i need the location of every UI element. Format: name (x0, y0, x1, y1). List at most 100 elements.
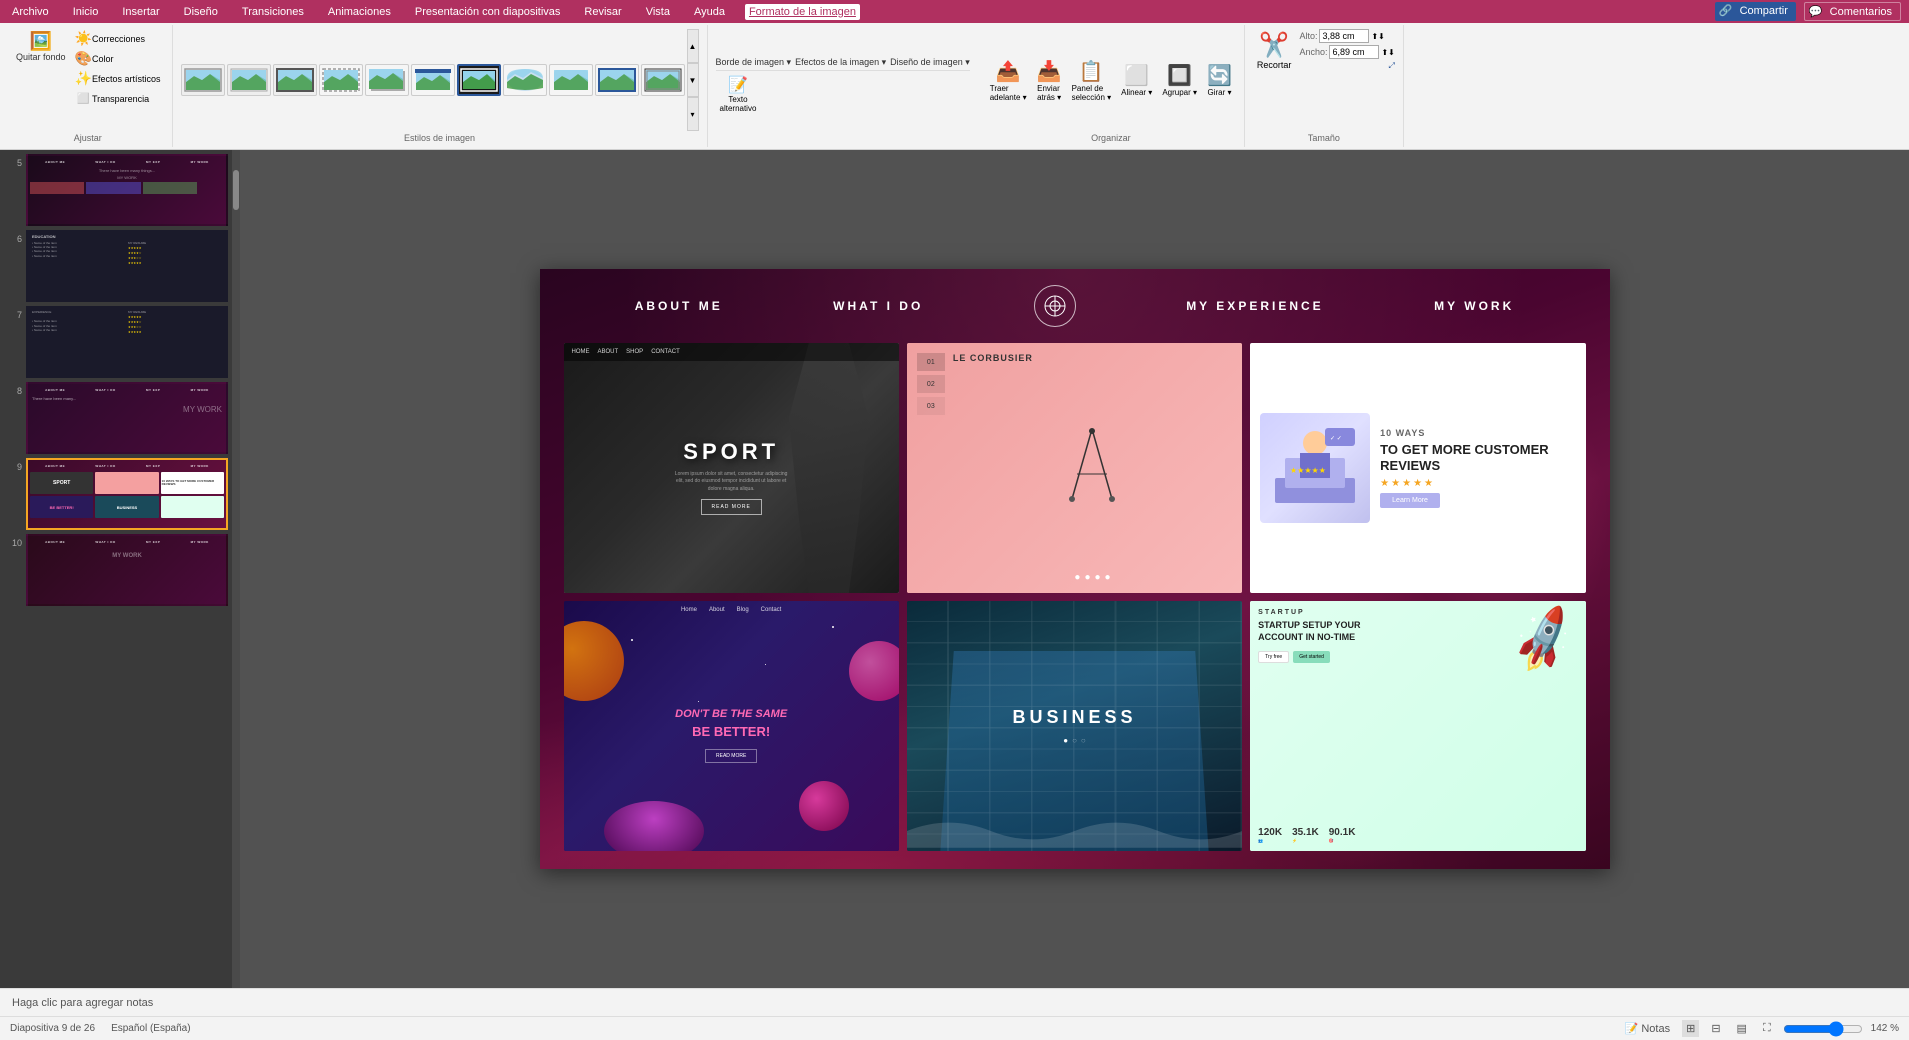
reviews-learn-more-btn[interactable]: Learn More (1380, 493, 1440, 508)
nav-about-me: ABOUT ME (635, 299, 723, 313)
zoom-slider[interactable] (1783, 1021, 1863, 1037)
menu-presentacion[interactable]: Presentación con diapositivas (411, 4, 565, 20)
ancho-input[interactable] (1329, 45, 1379, 59)
nav-my-experience: MY EXPERIENCE (1186, 299, 1323, 313)
menu-diseno[interactable]: Diseño (180, 4, 222, 20)
slide-thumb-6[interactable]: 6 EDUCATION • Name of the item• Name of … (4, 230, 228, 302)
stat3-num: 90.1K (1329, 827, 1356, 838)
alto-input[interactable] (1319, 29, 1369, 43)
slide-img-8[interactable]: ABOUT MEWHAT I DOMY EXPMY WORK There hav… (26, 382, 228, 454)
space-read-more[interactable]: READ MORE (705, 749, 757, 763)
menu-formato[interactable]: Formato de la imagen (745, 4, 860, 20)
transparencia-button[interactable]: ◻️ Transparencia (72, 89, 164, 108)
style-rect9[interactable] (641, 64, 685, 96)
ribbon: 🖼️ Quitar fondo ☀️ Correcciones 🎨 Color … (0, 23, 1909, 150)
size-expand-icon[interactable]: ⤢ (1299, 61, 1394, 71)
efectos-button[interactable]: ✨ Efectos artísticos (72, 69, 164, 88)
recortar-btn[interactable]: ✂️ Recortar (1253, 29, 1296, 72)
slide-img-9[interactable]: ABOUT MEWHAT I DOMY EXPMY WORK SPORT 10 … (26, 458, 228, 530)
business-title: BUSINESS (1012, 707, 1136, 728)
slide-canvas[interactable]: ABOUT ME WHAT I DO MY EXPERIENCE (540, 269, 1610, 869)
style-rect8[interactable] (595, 64, 639, 96)
corbusier-num3: 03 (917, 397, 945, 415)
traer-adelante-btn[interactable]: 📤 Traeradelante ▾ (986, 57, 1031, 104)
comments-button[interactable]: 💬 Comentarios (1804, 2, 1901, 21)
menu-inicio[interactable]: Inicio (69, 4, 103, 20)
startup-title: STARTUP SETUP YOUR ACCOUNT IN NO-TIME (1258, 620, 1378, 643)
corbusier-brand: LE CORBUSIER (953, 353, 1232, 363)
menu-revisar[interactable]: Revisar (580, 4, 625, 20)
styles-scroll-down[interactable]: ▼ (687, 63, 699, 97)
style-oval[interactable] (503, 64, 547, 96)
agrupar-btn[interactable]: 🔲 Agrupar ▾ (1158, 61, 1201, 99)
reader-view-btn[interactable]: ▤ (1733, 1020, 1751, 1037)
enviar-atras-btn[interactable]: 📥 Enviaratrás ▾ (1033, 57, 1066, 104)
diseno-imagen-btn[interactable]: Diseño de imagen ▾ (890, 57, 970, 68)
stat1-icons: 👥 (1258, 838, 1282, 843)
slide-panel-scrollbar[interactable] (232, 150, 240, 988)
card-reviews[interactable]: ★★★★★ ✓ ✓ 10 WAYS TO GET MORE CUSTOMER R… (1250, 343, 1585, 593)
sport-card-nav: HOME ABOUT SHOP CONTACT (564, 343, 899, 361)
card-sport[interactable]: HOME ABOUT SHOP CONTACT SPORT Lorem ipsu… (564, 343, 899, 593)
startup-btn1[interactable]: Try free (1258, 651, 1289, 663)
card-business[interactable]: BUSINESS ● ○ ○ (907, 601, 1242, 851)
normal-view-btn[interactable]: ⊞ (1682, 1020, 1699, 1037)
notes-bar[interactable]: Haga clic para agregar notas (0, 988, 1909, 1016)
slide-thumb-10[interactable]: 10 ABOUT MEWHAT I DOMY EXPMY WORK MY WOR… (4, 534, 228, 606)
star1: ★ (1380, 478, 1389, 489)
slide-thumb-9[interactable]: 9 ABOUT MEWHAT I DOMY EXPMY WORK SPORT 1… (4, 458, 228, 530)
style-rect4[interactable] (319, 64, 363, 96)
space-nav-blog: Blog (737, 607, 749, 613)
styles-scroll-up[interactable]: ▲ (687, 29, 699, 63)
slide-thumb-8[interactable]: 8 ABOUT MEWHAT I DOMY EXPMY WORK There h… (4, 382, 228, 454)
style-rect2[interactable] (227, 64, 271, 96)
share-button[interactable]: 🔗 Compartir (1715, 2, 1796, 21)
slide-thumb-7[interactable]: 7 EXPERIENCE• Name of the item• Name of … (4, 306, 228, 378)
texto-alternativo-btn[interactable]: 📝 Textoalternativo (716, 73, 761, 115)
menu-vista[interactable]: Vista (642, 4, 674, 20)
style-rect1[interactable] (181, 64, 225, 96)
corbusier-dot3: ● (1094, 572, 1100, 583)
styles-expand[interactable]: ▾ (687, 97, 699, 131)
color-button[interactable]: 🎨 Color (72, 49, 164, 68)
style-rect7[interactable] (549, 64, 593, 96)
space-nav-home: Home (681, 607, 697, 613)
slide-img-7[interactable]: EXPERIENCE• Name of the item• Name of th… (26, 306, 228, 378)
sport-read-more[interactable]: READ MORE (701, 499, 762, 515)
menu-animaciones[interactable]: Animaciones (324, 4, 395, 20)
grid-view-btn[interactable]: ⊟ (1707, 1020, 1724, 1037)
card-space[interactable]: Home About Blog Contact DON'T BE THE SAM… (564, 601, 899, 851)
startup-btn2[interactable]: Get started (1293, 651, 1330, 663)
girar-btn[interactable]: 🔄 Girar ▾ (1203, 61, 1236, 99)
nav-my-work: MY WORK (1434, 299, 1514, 313)
slide-img-10[interactable]: ABOUT MEWHAT I DOMY EXPMY WORK MY WORK (26, 534, 228, 606)
slide-img-5[interactable]: ABOUT MEWHAT I DOMY EXPMY WORK There hav… (26, 154, 228, 226)
menu-ayuda[interactable]: Ayuda (690, 4, 729, 20)
alto-expand[interactable]: ⬆⬇ (1371, 32, 1384, 41)
card-startup[interactable]: STARTUP STARTUP SETUP YOUR ACCOUNT IN NO… (1250, 601, 1585, 851)
corbusier-dot2: ● (1084, 572, 1090, 583)
ancho-expand[interactable]: ⬆⬇ (1381, 48, 1394, 57)
quitar-fondo-button[interactable]: 🖼️ Quitar fondo (12, 29, 70, 64)
panel-seleccion-btn[interactable]: 📋 Panel deselección ▾ (1068, 57, 1116, 104)
style-dark[interactable] (457, 64, 501, 96)
correcciones-button[interactable]: ☀️ Correcciones (72, 29, 164, 48)
slide-img-6[interactable]: EDUCATION • Name of the item• Name of th… (26, 230, 228, 302)
menu-bar: Archivo Inicio Insertar Diseño Transicio… (0, 0, 1909, 23)
notes-view-btn[interactable]: 📝 Notas (1621, 1020, 1675, 1037)
star4: ★ (1413, 478, 1422, 489)
card-corbusier[interactable]: 01 02 03 LE CORBUSIER (907, 343, 1242, 593)
alinear-btn[interactable]: ⬜ Alinear ▾ (1117, 61, 1156, 99)
startup-stats: 120K 👥 35.1K ⚡ 90.1K 🎯 (1258, 821, 1577, 843)
style-rect3[interactable] (273, 64, 317, 96)
borde-btn[interactable]: Borde de imagen ▾ (716, 57, 792, 68)
menu-archivo[interactable]: Archivo (8, 4, 53, 20)
slide-info: Diapositiva 9 de 26 (10, 1023, 95, 1034)
menu-insertar[interactable]: Insertar (118, 4, 163, 20)
style-rect5[interactable] (365, 64, 409, 96)
slide-thumb-5[interactable]: 5 ABOUT MEWHAT I DOMY EXPMY WORK There h… (4, 154, 228, 226)
style-rect6[interactable] (411, 64, 455, 96)
menu-transiciones[interactable]: Transiciones (238, 4, 308, 20)
efectos-imagen-btn[interactable]: Efectos de la imagen ▾ (795, 57, 886, 68)
presenter-view-btn[interactable]: ⛶ (1759, 1020, 1775, 1037)
